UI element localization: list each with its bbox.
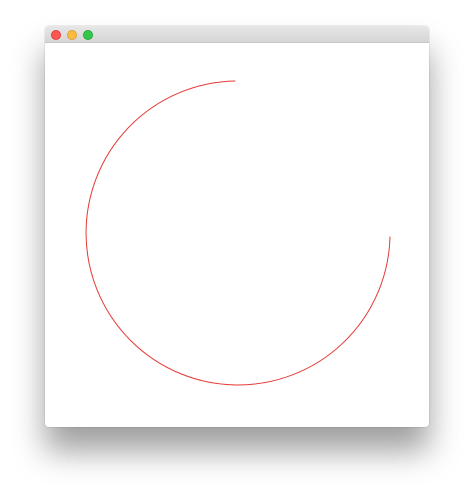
window-titlebar[interactable]: [45, 26, 429, 43]
close-window-button[interactable]: [51, 30, 61, 40]
minimize-window-button[interactable]: [67, 30, 77, 40]
red-arc: [85, 80, 391, 386]
drawing-canvas: [85, 80, 391, 386]
window-content: [45, 43, 429, 427]
screen: [0, 0, 474, 491]
zoom-window-button[interactable]: [83, 30, 93, 40]
app-window: [45, 26, 429, 427]
